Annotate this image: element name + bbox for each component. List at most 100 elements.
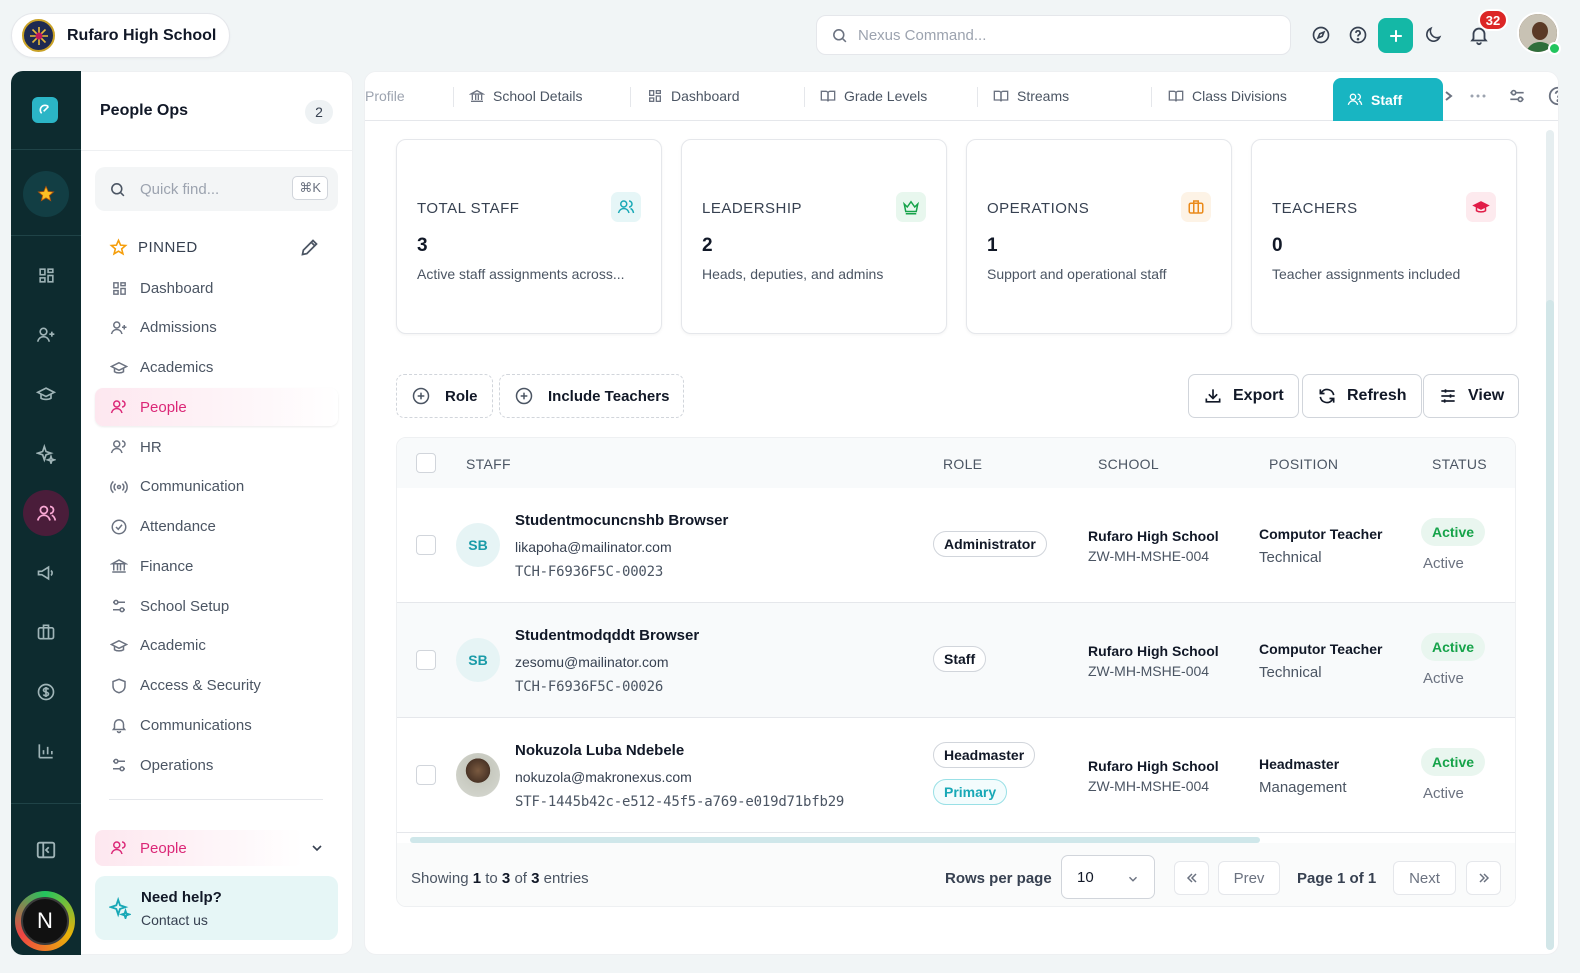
more-dots-icon[interactable] (1469, 84, 1487, 108)
chevron-down-icon (1126, 872, 1140, 886)
school-name: Rufaro High School (1088, 643, 1219, 659)
sidebar-item-school-setup[interactable]: School Setup (95, 587, 338, 625)
department: Technical (1259, 549, 1322, 566)
next-page-button[interactable]: Next (1393, 861, 1456, 895)
school-switcher[interactable]: Rufaro High School (11, 13, 230, 58)
user-plus-icon (110, 319, 128, 337)
sidebar-item-academic[interactable]: Academic (95, 627, 338, 665)
staff-name[interactable]: Studentmocuncnshb Browser (515, 512, 728, 529)
row-checkbox[interactable] (416, 535, 436, 555)
grid-icon (110, 279, 128, 297)
staff-name[interactable]: Studentmodqddt Browser (515, 627, 699, 644)
sidebar-item-operations[interactable]: Operations (95, 746, 338, 784)
collapse-sidebar-icon[interactable] (23, 827, 69, 873)
search-input[interactable] (858, 26, 1238, 44)
rail-favorites-star-icon[interactable] (23, 171, 69, 217)
page-scrollbar-thumb[interactable] (1546, 300, 1554, 950)
quick-find-input[interactable] (140, 180, 280, 198)
theme-toggle-moon-icon[interactable] (1417, 19, 1449, 51)
sidebar-item-attendance[interactable]: Attendance (95, 508, 338, 546)
sidebar-item-finance[interactable]: Finance (95, 547, 338, 585)
compass-icon[interactable] (1305, 19, 1337, 51)
column-position[interactable]: POSITION (1269, 456, 1338, 472)
column-school[interactable]: SCHOOL (1098, 456, 1159, 472)
bank-icon (469, 88, 485, 104)
rail-sparkle-icon[interactable] (23, 431, 69, 477)
export-button[interactable]: Export (1188, 374, 1299, 418)
section-label: People (140, 839, 187, 857)
column-role[interactable]: ROLE (943, 456, 982, 472)
school-id: ZW-MH-MSHE-004 (1088, 778, 1210, 794)
chevron-right-icon[interactable] (1443, 84, 1455, 108)
sidebar-item-people[interactable]: People (95, 388, 338, 427)
first-page-button[interactable] (1174, 861, 1209, 895)
rail-briefcase-icon[interactable] (23, 609, 69, 655)
app-logo[interactable] (32, 97, 58, 123)
sidebar-item-dashboard[interactable]: Dashboard (95, 269, 338, 307)
rail-megaphone-icon[interactable] (23, 550, 69, 596)
school-id: ZW-MH-MSHE-004 (1088, 548, 1210, 564)
position-title: Computor Teacher (1259, 526, 1383, 542)
sidebar-item-academics[interactable]: Academics (95, 349, 338, 387)
staff-code: TCH-F6936F5C-00023 (515, 564, 664, 580)
tab-class-divisions[interactable]: Class Divisions (1168, 72, 1287, 120)
sidebar-item-communication[interactable]: Communication (95, 468, 338, 506)
rail-user-plus-icon[interactable] (23, 312, 69, 358)
tab-profile[interactable]: Profile (365, 72, 435, 120)
view-options-button[interactable]: View (1423, 374, 1520, 418)
row-checkbox[interactable] (416, 650, 436, 670)
rail-chart-icon[interactable] (23, 728, 69, 774)
workspace-avatar[interactable]: N (15, 891, 75, 951)
last-page-button[interactable] (1466, 861, 1501, 895)
sidebar-item-label: Finance (140, 557, 194, 575)
sidebar-item-label: Admissions (140, 319, 217, 337)
sidebar-item-access-security[interactable]: Access & Security (95, 667, 338, 705)
role-filter-button[interactable]: Role (396, 374, 493, 418)
rows-per-page-select[interactable]: 10 (1061, 855, 1155, 899)
help-card[interactable]: Need help? Contact us (95, 876, 338, 940)
refresh-button[interactable]: Refresh (1302, 374, 1422, 418)
status-text: Active (1423, 670, 1464, 687)
column-status[interactable]: STATUS (1432, 456, 1487, 472)
graduation-icon (110, 359, 128, 377)
sidebar-item-hr[interactable]: HR (95, 428, 338, 466)
row-checkbox[interactable] (416, 765, 436, 785)
select-all-checkbox[interactable] (416, 453, 436, 473)
prev-page-button[interactable]: Prev (1218, 861, 1280, 895)
tab-dashboard[interactable]: Dashboard (647, 72, 740, 120)
sidebar-item-admissions[interactable]: Admissions (95, 309, 338, 347)
sidebar-section-people[interactable]: People (95, 830, 303, 866)
rail-dollar-icon[interactable] (23, 669, 69, 715)
chevron-down-icon[interactable] (309, 840, 325, 856)
role-badge: Headmaster (933, 742, 1036, 768)
tab-streams[interactable]: Streams (993, 72, 1069, 120)
tab-staff[interactable]: Staff (1333, 78, 1443, 121)
quick-find[interactable]: ⌘K (95, 167, 338, 211)
avatar: SB (456, 523, 500, 567)
help-contact-link[interactable]: Contact us (141, 912, 222, 928)
icon-rail: N (11, 71, 81, 955)
table-row[interactable]: Nokuzola Luba Ndebele nokuzola@makronexus… (397, 718, 1515, 833)
crown-icon (896, 192, 926, 222)
create-button[interactable] (1378, 18, 1413, 53)
avatar (456, 753, 500, 797)
table-row[interactable]: SB Studentmocuncnshb Browser likapoha@mail… (397, 488, 1515, 603)
rail-graduation-icon[interactable] (23, 371, 69, 417)
include-teachers-filter-button[interactable]: Include Teachers (499, 374, 685, 418)
table-row[interactable]: SB Studentmodqddt Browser zesomu@mailinato… (397, 603, 1515, 718)
broadcast-icon (110, 478, 128, 496)
tab-grade-levels[interactable]: Grade Levels (820, 72, 927, 120)
rail-users-icon[interactable] (23, 490, 69, 536)
avatar: SB (456, 638, 500, 682)
edit-pencil-icon[interactable] (299, 237, 320, 258)
command-search[interactable] (816, 15, 1291, 55)
rail-grid-icon[interactable] (23, 252, 69, 298)
sliders-icon (110, 756, 128, 774)
help-icon[interactable] (1547, 84, 1558, 108)
help-icon[interactable] (1342, 19, 1374, 51)
staff-name[interactable]: Nokuzola Luba Ndebele (515, 742, 684, 759)
sidebar-item-communications[interactable]: Communications (95, 706, 338, 744)
tab-school-details[interactable]: School Details (469, 72, 583, 120)
column-staff[interactable]: STAFF (466, 456, 511, 472)
sliders-icon[interactable] (1507, 84, 1527, 108)
